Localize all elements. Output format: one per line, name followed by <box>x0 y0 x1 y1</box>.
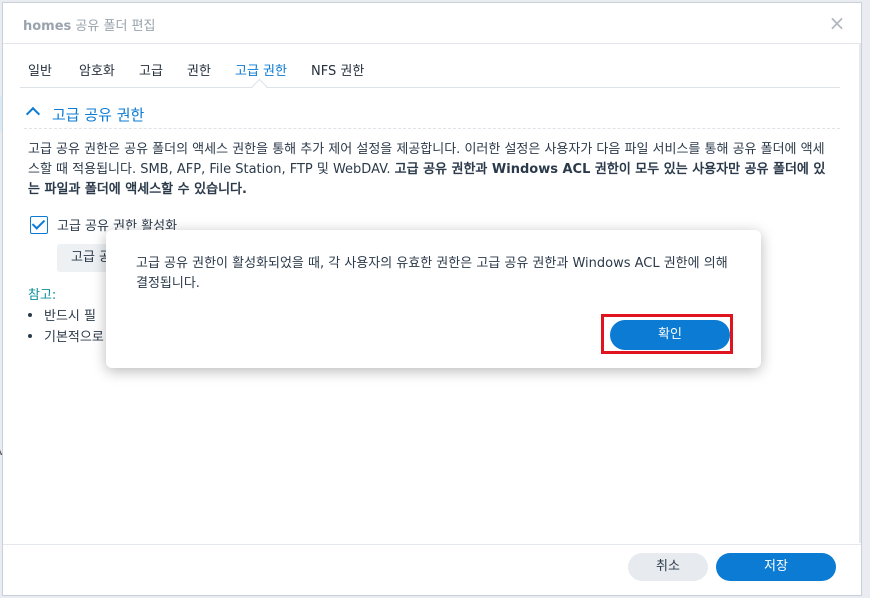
bullet-icon <box>28 312 32 317</box>
cancel-button[interactable]: 취소 <box>628 553 708 581</box>
save-button[interactable]: 저장 <box>716 553 836 581</box>
note-item-text: 반드시 필 <box>44 309 96 324</box>
dialog-title: homes 공유 폴더 편집 <box>23 15 155 34</box>
section-divider <box>24 128 840 129</box>
enable-advanced-share-permissions-checkbox[interactable] <box>30 216 48 234</box>
tab-general[interactable]: 일반 <box>28 60 52 79</box>
tab-permissions[interactable]: 권한 <box>187 60 211 79</box>
scrollbar-track <box>859 43 861 543</box>
section-description: 고급 공유 권한은 공유 폴더의 액세스 권한을 통해 추가 제어 설정을 제공… <box>28 140 828 200</box>
tab-nfs-permissions[interactable]: NFS 권한 <box>311 60 364 79</box>
modal-message: 고급 공유 권한이 활성화되었을 때, 각 사용자의 유효한 권한은 고급 공유… <box>136 256 728 291</box>
note-item-text: 기본적으로 <box>44 330 104 345</box>
dialog-title-text: 공유 폴더 편집 <box>71 19 156 34</box>
note-item: 기본적으로 <box>28 326 104 345</box>
dialog-title-folder: homes <box>23 19 72 34</box>
dialog-titlebar: homes 공유 폴더 편집 × <box>3 3 861 44</box>
tab-divider <box>20 87 840 88</box>
section-title: 고급 공유 권한 <box>52 106 145 124</box>
tab-encryption[interactable]: 암호화 <box>79 60 115 79</box>
close-icon[interactable]: × <box>827 13 847 33</box>
checkmark-icon <box>31 216 46 230</box>
tab-advanced-permissions[interactable]: 고급 권한 <box>235 60 287 79</box>
tab-advanced[interactable]: 고급 <box>139 60 163 79</box>
note-item: 반드시 필 <box>28 305 96 324</box>
ok-button[interactable]: 확인 <box>610 320 730 350</box>
note-title: 참고: <box>28 288 57 303</box>
bullet-icon <box>28 333 32 338</box>
